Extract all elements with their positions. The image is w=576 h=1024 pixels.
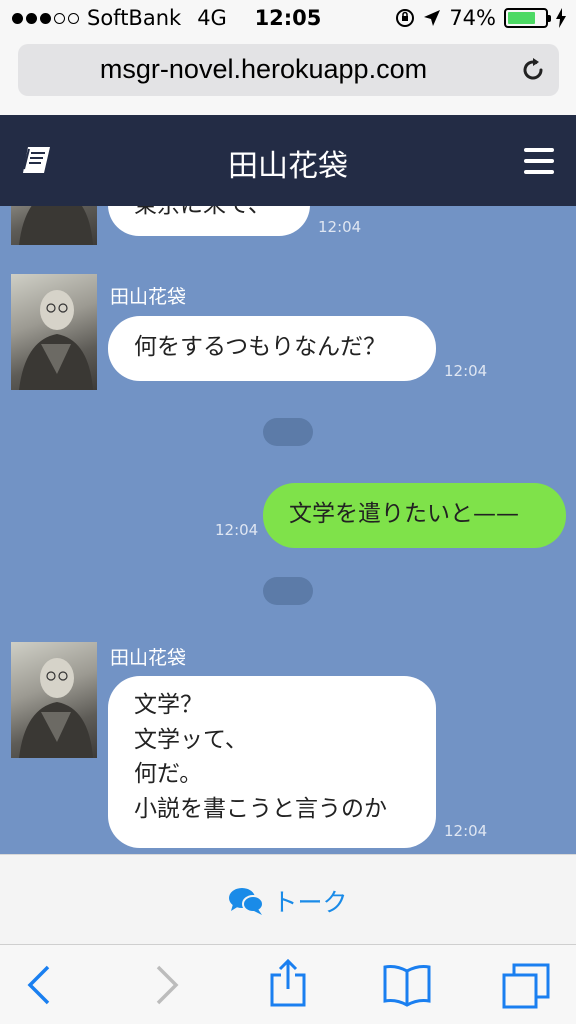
back-icon[interactable]	[26, 963, 52, 1007]
location-arrow-icon	[424, 10, 441, 26]
rotation-lock-icon	[396, 9, 415, 27]
chat-area[interactable]: 東京に来て、 12:04 田山花袋 何をするつもりなんだ？ 12:04 12:0…	[0, 206, 576, 854]
status-right: 74%	[395, 6, 566, 30]
message-bubble: 文学？ 文学ッて、 何だ。 小説を書こうと言うのか	[108, 676, 436, 848]
avatar[interactable]	[11, 206, 97, 245]
message-time: 12:04	[318, 218, 362, 236]
message-bubble: 東京に来て、	[108, 206, 310, 236]
battery-icon	[504, 8, 551, 28]
message-text: 東京に来て、	[134, 206, 271, 218]
hamburger-menu-icon[interactable]	[524, 148, 554, 174]
share-icon[interactable]	[268, 959, 308, 1007]
forward-icon[interactable]	[154, 963, 180, 1007]
reload-icon[interactable]	[519, 56, 547, 84]
tab-talk[interactable]: トーク	[0, 883, 576, 919]
message-time: 12:04	[444, 822, 488, 840]
message-bubble: 何をするつもりなんだ？	[108, 316, 436, 381]
app-title: 田山花袋	[228, 149, 348, 184]
tabs-icon[interactable]	[502, 963, 550, 1009]
sender-name: 田山花袋	[110, 286, 187, 308]
status-bar: SoftBank 4G 12:05 74%	[0, 0, 576, 40]
battery-percent: 74%	[449, 6, 496, 30]
app-header: 田山花袋	[0, 115, 576, 206]
address-bar[interactable]: msgr-novel.herokuapp.com	[18, 44, 559, 96]
browser-toolbar	[0, 944, 576, 1024]
url-text[interactable]: msgr-novel.herokuapp.com	[18, 54, 509, 85]
charging-bolt-icon	[556, 8, 566, 28]
bookmarks-icon[interactable]	[382, 963, 432, 1007]
message-text: 文学を遣りたいと——	[289, 501, 519, 527]
tab-talk-label: トーク	[272, 888, 348, 917]
my-message-bubble: 文学を遣りたいと——	[263, 483, 566, 548]
message-time: 12:04	[444, 362, 488, 380]
avatar[interactable]	[11, 274, 97, 390]
app-tab-bar: トーク	[0, 854, 576, 944]
browser-address-area: msgr-novel.herokuapp.com	[0, 40, 576, 115]
message-text: 何をするつもりなんだ？	[134, 334, 387, 360]
message-line: 文学？	[134, 692, 203, 718]
chat-bubbles-icon	[229, 888, 265, 915]
message-time: 12:04	[215, 521, 259, 539]
avatar[interactable]	[11, 642, 97, 758]
message-line: 文学ッて、	[134, 726, 248, 753]
sender-name: 田山花袋	[110, 647, 187, 669]
typing-indicator	[263, 577, 313, 605]
message-line: 何だ。	[134, 761, 203, 787]
typing-indicator	[263, 418, 313, 446]
message-line: 小説を書こうと言うのか	[134, 795, 387, 822]
